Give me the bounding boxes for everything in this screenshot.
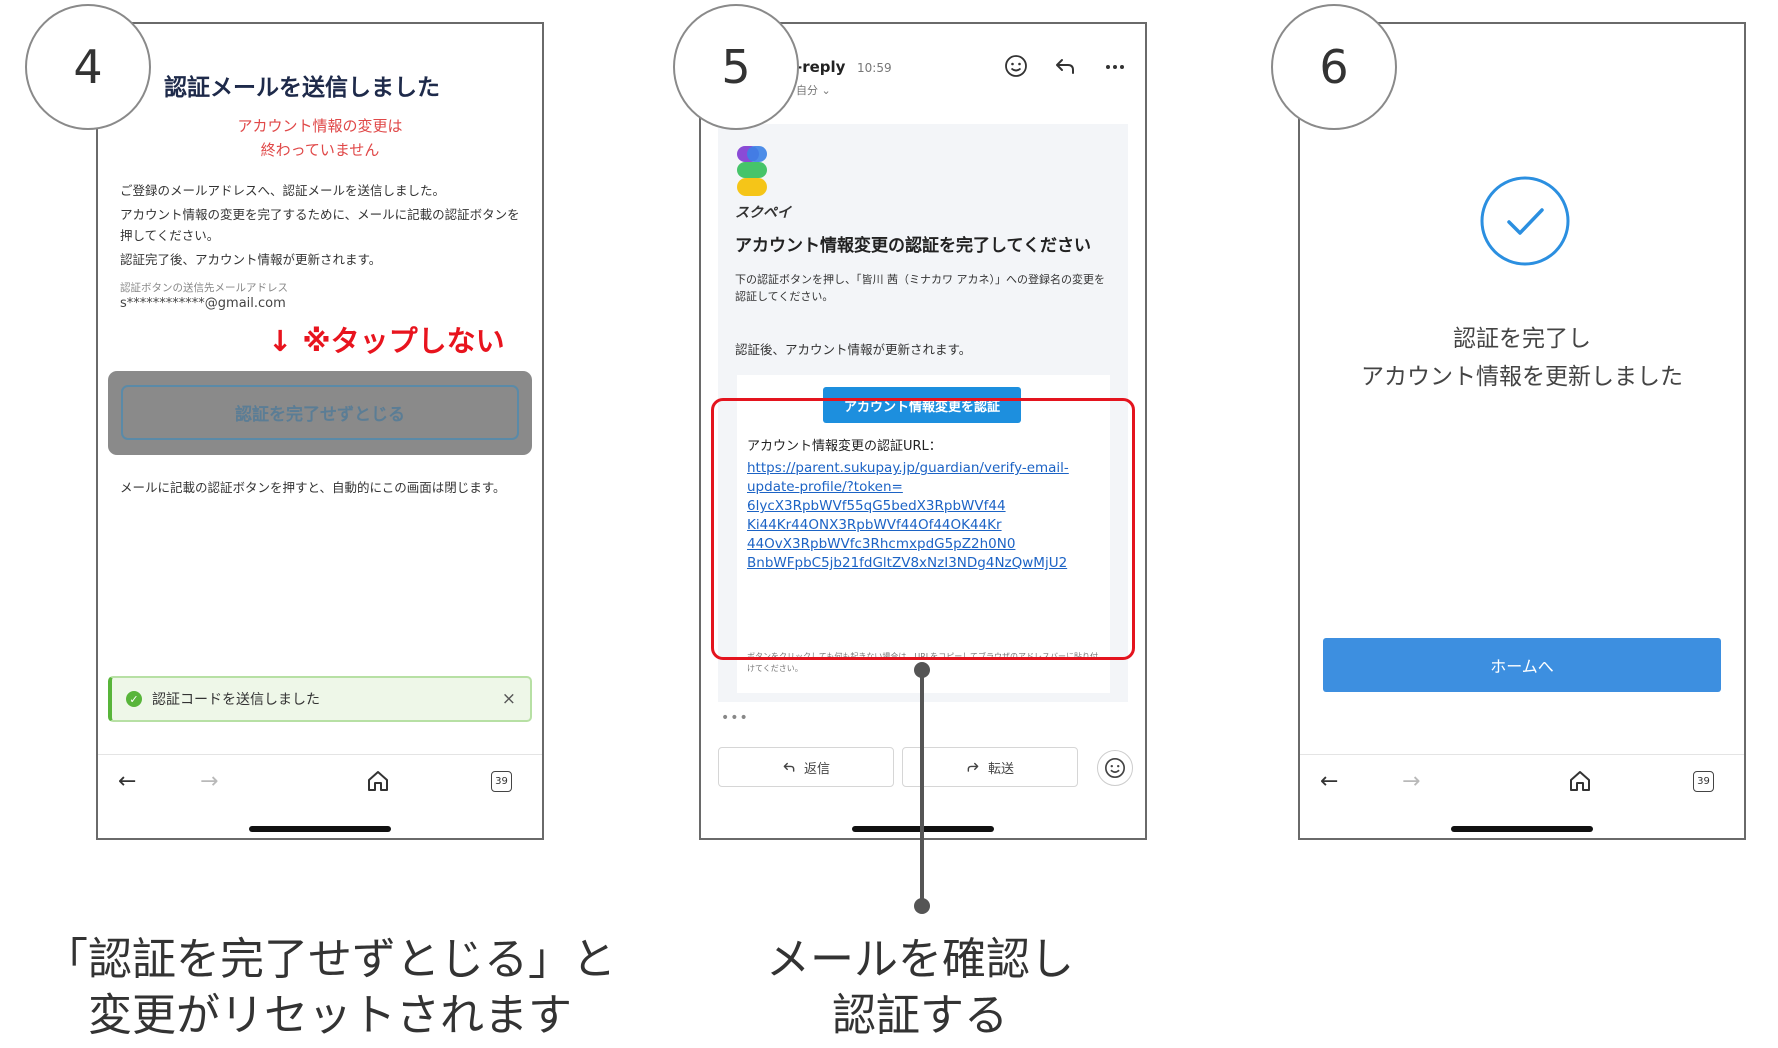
connector-dot — [914, 662, 930, 678]
auto-close-note: メールに記載の認証ボタンを押すと、自動的にこの画面は閉じます。 — [120, 480, 506, 495]
caption-line: 「認証を完了せずとじる」と — [44, 934, 616, 985]
check-icon: ✓ — [126, 691, 142, 707]
email-heading: アカウント情報変更の認証を完了してください — [735, 236, 1091, 256]
email-description: 下の認証ボタンを押し、「皆川 茜（ミナカワ アカネ）」への登録名の変更を認証して… — [735, 273, 1105, 303]
email-recipient[interactable]: 自分 ⌄ — [796, 82, 831, 98]
brand-name: スクペイ — [735, 205, 791, 221]
caption-verify-email: メールを確認し 認証する — [712, 932, 1128, 1044]
email-label: 認証ボタンの送信先メールアドレス — [120, 282, 288, 294]
connector-line — [920, 668, 924, 910]
home-icon[interactable] — [1568, 769, 1592, 793]
email-sender: -reply — [796, 58, 846, 76]
page-title: 認証メールを送信しました — [164, 75, 440, 101]
email-time: 10:59 — [857, 61, 892, 75]
completion-line-2: アカウント情報を更新しました — [1361, 364, 1683, 390]
connector-dot — [914, 898, 930, 914]
right-arrow-icon[interactable]: → — [200, 769, 218, 794]
show-more-ellipsis[interactable]: ••• — [721, 710, 749, 726]
reply-arrow-icon — [783, 762, 795, 772]
home-icon[interactable] — [366, 769, 390, 793]
home-indicator — [1451, 826, 1593, 832]
body-text: ご登録のメールアドレスへ、認証メールを送信しました。 アカウント情報の変更を完了… — [120, 180, 520, 273]
caption-line: 変更がリセットされます — [88, 990, 572, 1041]
warning-line-1: アカウント情報の変更は — [237, 117, 403, 135]
toast-notification: ✓ 認証コードを送信しました × — [108, 676, 532, 722]
check-circle-icon — [1480, 176, 1570, 266]
go-home-button[interactable]: ホームへ — [1323, 638, 1721, 692]
reply-arrow-icon[interactable] — [1053, 54, 1077, 78]
emoji-reaction-button[interactable] — [1097, 750, 1133, 786]
step-number: 4 — [25, 4, 151, 130]
caption-line: 認証する — [832, 990, 1008, 1041]
forward-button[interactable]: 転送 — [902, 747, 1078, 787]
ellipsis-icon[interactable] — [1103, 54, 1127, 78]
reply-button[interactable]: 返信 — [718, 747, 894, 787]
smiley-icon — [1105, 758, 1125, 778]
completion-message: 認証を完了し アカウント情報を更新しました — [1300, 320, 1744, 396]
caption-line: メールを確認し — [766, 934, 1074, 985]
screen-verification-complete: 認証を完了し アカウント情報を更新しました ホームへ ← → 39 — [1298, 22, 1746, 840]
caption-reset-warning: 「認証を完了せずとじる」と 変更がリセットされます — [20, 932, 640, 1044]
email-after-text: 認証後、アカウント情報が更新されます。 — [735, 342, 972, 357]
forward-label: 転送 — [987, 761, 1014, 777]
smiley-icon[interactable] — [1004, 54, 1028, 78]
close-button-overlay: 認証を完了せずとじる — [108, 371, 532, 455]
warning-message: アカウント情報の変更は 終わっていません — [98, 114, 542, 162]
sukupay-logo — [737, 146, 767, 196]
reply-label: 返信 — [803, 761, 830, 777]
close-icon[interactable]: × — [502, 689, 516, 709]
tabs-icon[interactable]: 39 — [491, 771, 512, 792]
body-paragraph: アカウント情報の変更を完了するために、メールに記載の認証ボタンを押してください。 — [120, 207, 520, 243]
right-arrow-icon[interactable]: → — [1402, 769, 1420, 794]
screen-verification-sent: 認証メールを送信しました アカウント情報の変更は 終わっていません ご登録のメー… — [96, 22, 544, 840]
warning-line-2: 終わっていません — [260, 141, 380, 159]
step-number: 5 — [673, 4, 799, 130]
tabs-icon[interactable]: 39 — [1693, 771, 1714, 792]
toast-text: 認証コードを送信しました — [152, 692, 320, 708]
email-address: s************@gmail.com — [120, 296, 286, 311]
body-paragraph: 認証完了後、アカウント情報が更新されます。 — [120, 252, 382, 267]
close-without-verify-button[interactable]: 認証を完了せずとじる — [121, 385, 519, 440]
home-indicator — [249, 826, 391, 832]
completion-line-1: 認証を完了し — [1453, 326, 1591, 352]
left-arrow-icon[interactable]: ← — [1320, 769, 1338, 794]
highlight-box — [711, 398, 1135, 660]
forward-arrow-icon — [967, 762, 979, 772]
left-arrow-icon[interactable]: ← — [118, 769, 136, 794]
do-not-tap-annotation: ↓ ※タップしない — [268, 324, 505, 358]
step-number: 6 — [1271, 4, 1397, 130]
body-paragraph: ご登録のメールアドレスへ、認証メールを送信しました。 — [120, 183, 446, 198]
